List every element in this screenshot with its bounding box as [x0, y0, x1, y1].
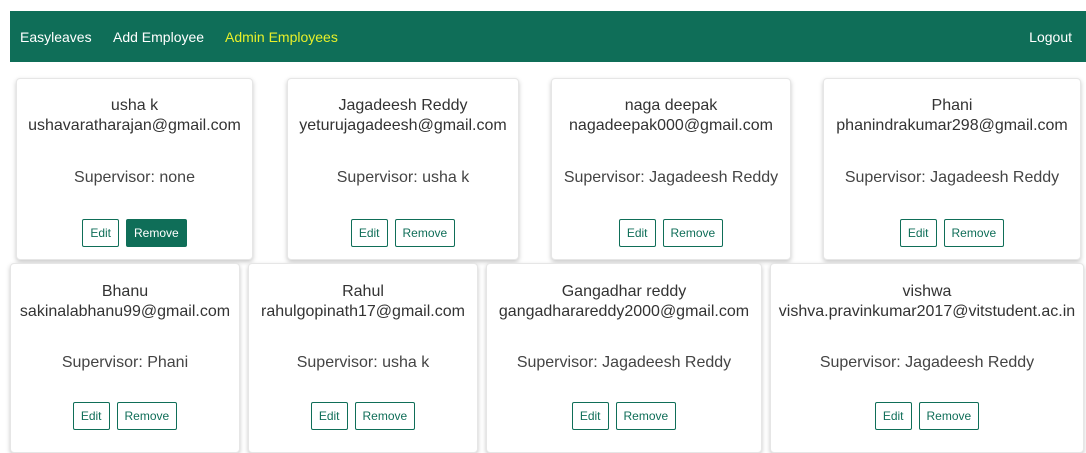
employee-name: vishwa: [902, 283, 952, 300]
edit-button[interactable]: Edit: [82, 219, 119, 247]
remove-button[interactable]: Remove: [116, 402, 178, 430]
employee-card: vishwa vishva.pravinkumar2017@vitstudent…: [770, 263, 1084, 453]
employee-supervisor: Supervisor: Jagadeesh Reddy: [516, 354, 732, 371]
card-actions: Edit Remove: [487, 402, 761, 430]
employee-card: usha k ushavaratharajan@gmail.com Superv…: [16, 78, 253, 260]
employee-email: vishva.pravinkumar2017@vitstudent.ac.in: [778, 303, 1076, 320]
card-actions: Edit Remove: [249, 402, 477, 430]
employee-supervisor: Supervisor: usha k: [336, 169, 470, 186]
card-actions: Edit Remove: [11, 402, 239, 430]
employee-email: rahulgopinath17@gmail.com: [261, 303, 465, 320]
remove-button[interactable]: Remove: [394, 219, 456, 247]
employee-name: naga deepak: [624, 97, 718, 114]
employee-supervisor: Supervisor: Jagadeesh Reddy: [563, 169, 779, 186]
edit-button[interactable]: Edit: [571, 402, 609, 430]
edit-button[interactable]: Edit: [350, 219, 388, 247]
nav-admin-employees-link[interactable]: Admin Employees: [225, 29, 338, 45]
edit-button[interactable]: Edit: [310, 402, 348, 430]
nav-add-employee-link[interactable]: Add Employee: [113, 29, 204, 45]
edit-button[interactable]: Edit: [899, 219, 937, 247]
nav-brand-link[interactable]: Easyleaves: [20, 29, 92, 45]
employee-supervisor: Supervisor: none: [74, 169, 195, 186]
employee-name: Bhanu: [101, 283, 149, 300]
employee-name: Rahul: [342, 283, 384, 300]
employee-supervisor: Supervisor: usha k: [296, 354, 430, 371]
employee-card: naga deepak nagadeepak000@gmail.com Supe…: [551, 78, 791, 260]
card-actions: Edit Remove: [552, 219, 790, 247]
edit-button[interactable]: Edit: [874, 402, 912, 430]
remove-button[interactable]: Remove: [662, 219, 724, 247]
employee-name: usha k: [110, 97, 159, 114]
employee-email: sakinalabhanu99@gmail.com: [19, 303, 231, 320]
nav-logout-link[interactable]: Logout: [1029, 29, 1072, 45]
employee-card: Jagadeesh Reddy yeturujagadeesh@gmail.co…: [287, 78, 519, 260]
employee-email: ushavaratharajan@gmail.com: [28, 117, 241, 134]
employee-supervisor: Supervisor: Jagadeesh Reddy: [844, 169, 1060, 186]
employee-email: yeturujagadeesh@gmail.com: [299, 117, 507, 134]
employee-email: gangadharareddy2000@gmail.com: [498, 303, 750, 320]
remove-button[interactable]: Remove: [615, 402, 677, 430]
employee-card: Rahul rahulgopinath17@gmail.com Supervis…: [248, 263, 478, 453]
card-actions: Edit Remove: [17, 219, 252, 247]
employee-card: Gangadhar reddy gangadharareddy2000@gmai…: [486, 263, 762, 453]
remove-button[interactable]: Remove: [126, 219, 187, 247]
employee-supervisor: Supervisor: Jagadeesh Reddy: [819, 354, 1035, 371]
card-actions: Edit Remove: [771, 402, 1083, 430]
remove-button[interactable]: Remove: [354, 402, 416, 430]
card-actions: Edit Remove: [288, 219, 518, 247]
remove-button[interactable]: Remove: [918, 402, 980, 430]
employee-card: Bhanu sakinalabhanu99@gmail.com Supervis…: [10, 263, 240, 453]
top-navbar: Easyleaves Add Employee Admin Employees …: [10, 11, 1086, 62]
remove-button[interactable]: Remove: [943, 219, 1005, 247]
employee-card: Phani phanindrakumar298@gmail.com Superv…: [823, 78, 1081, 260]
employee-name: Phani: [931, 97, 973, 114]
employee-email: phanindrakumar298@gmail.com: [836, 117, 1068, 134]
employee-supervisor: Supervisor: Phani: [61, 354, 189, 371]
card-actions: Edit Remove: [824, 219, 1080, 247]
edit-button[interactable]: Edit: [618, 219, 656, 247]
employee-name: Gangadhar reddy: [561, 283, 687, 300]
employee-name: Jagadeesh Reddy: [338, 97, 468, 114]
edit-button[interactable]: Edit: [72, 402, 110, 430]
employee-email: nagadeepak000@gmail.com: [569, 117, 773, 134]
